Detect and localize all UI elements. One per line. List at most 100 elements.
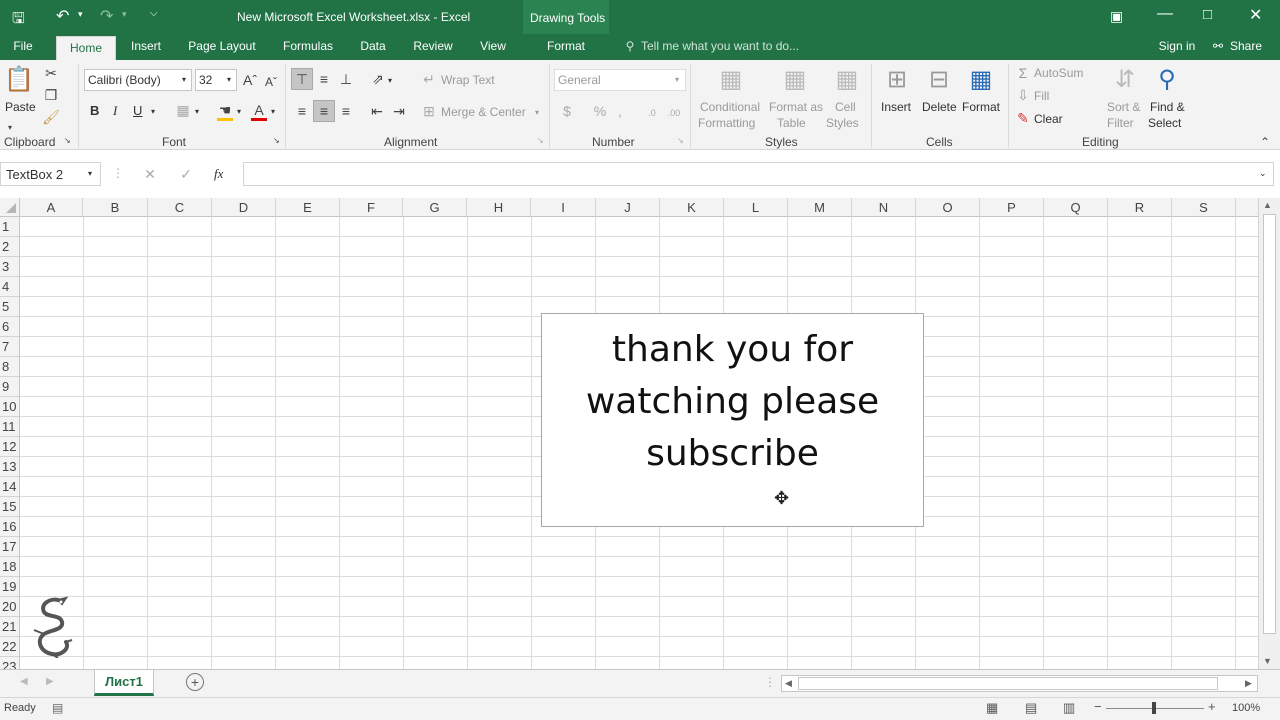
textbox-shape[interactable]: thank you for watching please subscribe	[541, 313, 924, 527]
increase-indent-icon[interactable]: ⇥	[389, 101, 409, 121]
row-header-6[interactable]: 6	[0, 317, 19, 337]
column-header-b[interactable]: B	[83, 198, 148, 217]
font-name-select[interactable]: Calibri (Body) ▾	[84, 69, 192, 91]
format-painter-icon[interactable]: 🖌	[42, 107, 60, 127]
scroll-up-icon[interactable]: ▲	[1263, 200, 1272, 210]
decrease-font-icon[interactable]: Aˇ	[264, 72, 278, 92]
next-sheet-icon[interactable]: ▶	[46, 676, 54, 687]
sheet-tab-active[interactable]: Лист1	[94, 670, 154, 696]
customize-qat-icon[interactable]: ⌵	[150, 8, 158, 19]
tab-view[interactable]: View	[474, 34, 512, 60]
row-header-9[interactable]: 9	[0, 377, 19, 397]
increase-decimal-icon[interactable]: .0	[642, 103, 662, 123]
maximize-icon[interactable]: □	[1203, 6, 1212, 23]
fill-color-icon[interactable]: ☚	[216, 100, 234, 120]
font-color-dropdown-icon[interactable]: ▾	[271, 107, 275, 116]
tab-review[interactable]: Review	[406, 34, 460, 60]
row-header-4[interactable]: 4	[0, 277, 19, 297]
tab-page-layout[interactable]: Page Layout	[182, 34, 262, 60]
alignment-launcher-icon[interactable]: ↘	[537, 136, 544, 146]
borders-icon[interactable]: ▦	[174, 100, 192, 120]
zoom-slider-thumb[interactable]	[1152, 702, 1156, 714]
row-header-8[interactable]: 8	[0, 357, 19, 377]
page-layout-view-icon[interactable]: ▤	[1025, 700, 1037, 716]
zoom-out-icon[interactable]: −	[1094, 699, 1102, 714]
column-header-d[interactable]: D	[212, 198, 276, 217]
align-left-icon[interactable]: ≡	[292, 101, 312, 121]
column-header-s[interactable]: S	[1172, 198, 1236, 217]
column-header-k[interactable]: K	[660, 198, 724, 217]
copy-icon[interactable]: ❐	[42, 85, 60, 105]
format-button[interactable]: Format	[962, 100, 1000, 114]
horizontal-scroll-thumb[interactable]	[798, 677, 1218, 690]
undo-icon[interactable]: ↶	[56, 6, 69, 26]
paste-button[interactable]: Paste	[5, 100, 36, 114]
row-header-18[interactable]: 18	[0, 557, 19, 577]
tab-file[interactable]: File	[4, 34, 42, 60]
autosum-button[interactable]: AutoSum	[1034, 66, 1083, 80]
column-header-n[interactable]: N	[852, 198, 916, 217]
column-header-i[interactable]: I	[531, 198, 596, 217]
column-header-j[interactable]: J	[596, 198, 660, 217]
sign-in-link[interactable]: Sign in	[1154, 34, 1200, 60]
sheet-split-grip-icon[interactable]: ⋮	[764, 675, 776, 689]
column-header-l[interactable]: L	[724, 198, 788, 217]
prev-sheet-icon[interactable]: ◀	[20, 676, 28, 687]
row-header-23[interactable]: 23	[0, 657, 19, 669]
clipboard-launcher-icon[interactable]: ↘	[64, 136, 71, 146]
scroll-left-icon[interactable]: ◀	[785, 678, 792, 689]
merge-dropdown-icon[interactable]: ▾	[535, 108, 539, 117]
column-header-p[interactable]: P	[980, 198, 1044, 217]
format-as-table-button[interactable]: Format as	[769, 100, 823, 114]
minimize-icon[interactable]: —	[1157, 5, 1173, 23]
row-header-22[interactable]: 22	[0, 637, 19, 657]
row-header-21[interactable]: 21	[0, 617, 19, 637]
increase-font-icon[interactable]: Aˆ	[242, 70, 258, 90]
bottom-align-icon[interactable]: ⊥	[336, 69, 356, 89]
underline-dropdown-icon[interactable]: ▾	[151, 107, 155, 116]
vertical-scrollbar[interactable]: ▲ ▼	[1258, 198, 1280, 669]
ribbon-display-options-icon[interactable]: ▣	[1110, 8, 1123, 25]
delete-button[interactable]: Delete	[922, 100, 957, 114]
undo-dropdown-icon[interactable]: ▾	[78, 9, 83, 20]
insert-function-icon[interactable]: fx	[214, 166, 223, 182]
row-header-1[interactable]: 1	[0, 217, 19, 237]
row-header-20[interactable]: 20	[0, 597, 19, 617]
tab-home[interactable]: Home	[56, 36, 116, 60]
insert-button[interactable]: Insert	[881, 100, 911, 114]
row-header-14[interactable]: 14	[0, 477, 19, 497]
underline-button[interactable]: U	[133, 103, 142, 118]
name-box[interactable]: TextBox 2 ▾	[0, 162, 101, 186]
row-header-11[interactable]: 11	[0, 417, 19, 437]
tell-me-search[interactable]: Tell me what you want to do...	[641, 34, 799, 60]
row-header-2[interactable]: 2	[0, 237, 19, 257]
add-sheet-icon[interactable]: +	[186, 673, 204, 691]
share-button[interactable]: Share	[1228, 34, 1264, 60]
close-icon[interactable]: ✕	[1249, 5, 1262, 25]
borders-dropdown-icon[interactable]: ▾	[195, 107, 199, 116]
page-break-view-icon[interactable]: ▥	[1063, 700, 1075, 716]
fill-color-dropdown-icon[interactable]: ▾	[237, 107, 241, 116]
column-header-q[interactable]: Q	[1044, 198, 1108, 217]
number-launcher-icon[interactable]: ↘	[677, 136, 684, 146]
column-header-g[interactable]: G	[403, 198, 467, 217]
paste-icon[interactable]: 📋	[4, 64, 34, 96]
select-all-button[interactable]	[0, 198, 20, 217]
row-header-3[interactable]: 3	[0, 257, 19, 277]
merge-center-button[interactable]: Merge & Center	[441, 105, 526, 119]
formula-input[interactable]: ⌄	[243, 162, 1274, 186]
currency-icon[interactable]: $	[560, 101, 574, 121]
vertical-scroll-thumb[interactable]	[1263, 214, 1276, 634]
zoom-level[interactable]: 100%	[1232, 702, 1260, 714]
column-header-h[interactable]: H	[467, 198, 531, 217]
orientation-icon[interactable]: ⇗	[368, 69, 388, 89]
column-header-e[interactable]: E	[276, 198, 340, 217]
decrease-decimal-icon[interactable]: .00	[664, 103, 684, 123]
sort-filter-button[interactable]: Sort &	[1107, 100, 1140, 114]
number-format-select[interactable]: General ▾	[554, 69, 686, 91]
middle-align-icon[interactable]: ≡	[314, 69, 334, 89]
font-launcher-icon[interactable]: ↘	[273, 136, 280, 146]
orientation-dropdown-icon[interactable]: ▾	[388, 76, 392, 85]
font-color-icon[interactable]: A	[250, 100, 268, 120]
percent-icon[interactable]: %	[592, 101, 608, 121]
